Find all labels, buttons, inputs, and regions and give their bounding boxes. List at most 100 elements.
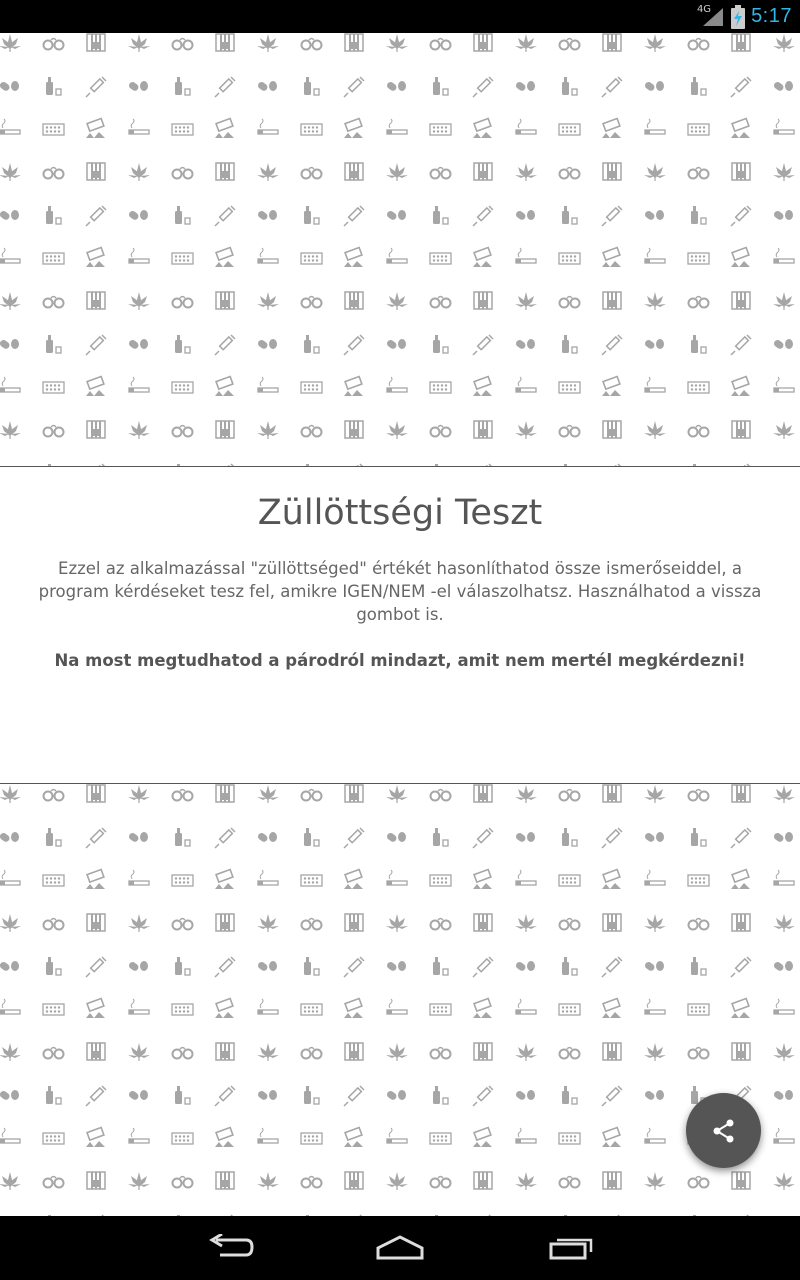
handcuffs-icon [687, 1046, 710, 1060]
prison-bars-icon [602, 1171, 622, 1190]
syringe-icon [601, 1085, 623, 1107]
powder-card-icon [215, 117, 234, 138]
syringe-icon [730, 956, 752, 978]
handcuffs-icon [300, 37, 323, 51]
bottle-glass-icon [304, 957, 320, 976]
pills-icon [386, 1090, 406, 1100]
handcuffs-icon [42, 295, 65, 309]
bottle-glass-icon [304, 77, 320, 96]
bottle-glass-icon [175, 77, 191, 96]
recent-apps-button[interactable] [516, 1216, 626, 1280]
syringe-icon [85, 1085, 107, 1107]
handcuffs-icon [687, 788, 710, 802]
powder-card-icon [731, 868, 750, 889]
pill-blister-icon [300, 874, 323, 887]
cannabis-leaf-icon [773, 292, 795, 310]
cannabis-leaf-icon [644, 34, 666, 52]
home-button[interactable] [345, 1216, 455, 1280]
syringe-icon [730, 76, 752, 98]
cigarette-icon [644, 247, 666, 264]
powder-card-icon [602, 117, 621, 138]
syringe-icon [214, 1085, 236, 1107]
cigarette-icon [128, 869, 150, 886]
cannabis-leaf-icon [644, 163, 666, 181]
prison-bars-icon [86, 291, 106, 310]
handcuffs-icon [171, 917, 194, 931]
handcuffs-icon [558, 424, 581, 438]
handcuffs-icon [171, 1046, 194, 1060]
pill-blister-icon [171, 252, 194, 265]
bottle-glass-icon [562, 1086, 578, 1105]
powder-card-icon [473, 117, 492, 138]
powder-card-icon [731, 997, 750, 1018]
intro-card: Züllöttségi Teszt Ezzel az alkalmazással… [0, 466, 800, 783]
cannabis-leaf-icon [386, 421, 408, 439]
navigation-bar [0, 1216, 800, 1280]
cigarette-icon [515, 869, 537, 886]
pills-icon [257, 339, 277, 349]
share-button[interactable] [686, 1093, 761, 1168]
pills-icon [128, 961, 148, 971]
handcuffs-icon [687, 1175, 710, 1189]
handcuffs-icon [171, 788, 194, 802]
prison-bars-icon [731, 420, 751, 439]
pills-icon [644, 1090, 664, 1100]
powder-card-icon [731, 246, 750, 267]
pills-icon [515, 1090, 535, 1100]
pills-icon [515, 81, 535, 91]
cannabis-leaf-icon [515, 421, 537, 439]
powder-card-icon [344, 868, 363, 889]
pill-blister-icon [171, 1132, 194, 1145]
bottle-glass-icon [175, 957, 191, 976]
status-icons: 4G 5:17 [697, 0, 792, 33]
syringe-icon [601, 76, 623, 98]
handcuffs-icon [429, 788, 452, 802]
pills-icon [0, 81, 19, 91]
back-button[interactable] [175, 1216, 285, 1280]
prison-bars-icon [344, 420, 364, 439]
cigarette-icon [257, 118, 279, 135]
handcuffs-icon [558, 1046, 581, 1060]
syringe-icon [601, 956, 623, 978]
pills-icon [773, 339, 793, 349]
cigarette-icon [0, 998, 21, 1015]
prison-bars-icon [215, 291, 235, 310]
bottle-glass-icon [562, 206, 578, 225]
cigarette-icon [644, 869, 666, 886]
syringe-icon [730, 827, 752, 849]
cigarette-icon [0, 376, 21, 393]
prison-bars-icon [602, 913, 622, 932]
bottle-glass-icon [433, 77, 449, 96]
cigarette-icon [644, 118, 666, 135]
handcuffs-icon [171, 1175, 194, 1189]
handcuffs-icon [558, 788, 581, 802]
prison-bars-icon [86, 33, 106, 52]
cannabis-leaf-icon [0, 163, 21, 181]
pill-blister-icon [171, 874, 194, 887]
cannabis-leaf-icon [0, 292, 21, 310]
syringe-icon [601, 334, 623, 356]
syringe-icon [343, 827, 365, 849]
signal-icon [701, 6, 725, 28]
handcuffs-icon [558, 295, 581, 309]
pill-blister-icon [300, 252, 323, 265]
handcuffs-icon [42, 37, 65, 51]
handcuffs-icon [42, 424, 65, 438]
cigarette-icon [128, 998, 150, 1015]
prison-bars-icon [86, 784, 106, 803]
cigarette-icon [257, 247, 279, 264]
cannabis-leaf-icon [515, 163, 537, 181]
prison-bars-icon [731, 784, 751, 803]
powder-card-icon [86, 997, 105, 1018]
syringe-icon [214, 76, 236, 98]
syringe-icon [214, 205, 236, 227]
pill-blister-icon [687, 874, 710, 887]
cigarette-icon [257, 1127, 279, 1144]
syringe-icon [601, 205, 623, 227]
pills-icon [515, 210, 535, 220]
cannabis-leaf-icon [515, 914, 537, 932]
powder-card-icon [86, 117, 105, 138]
pills-icon [644, 961, 664, 971]
prison-bars-icon [473, 784, 493, 803]
cigarette-icon [515, 247, 537, 264]
